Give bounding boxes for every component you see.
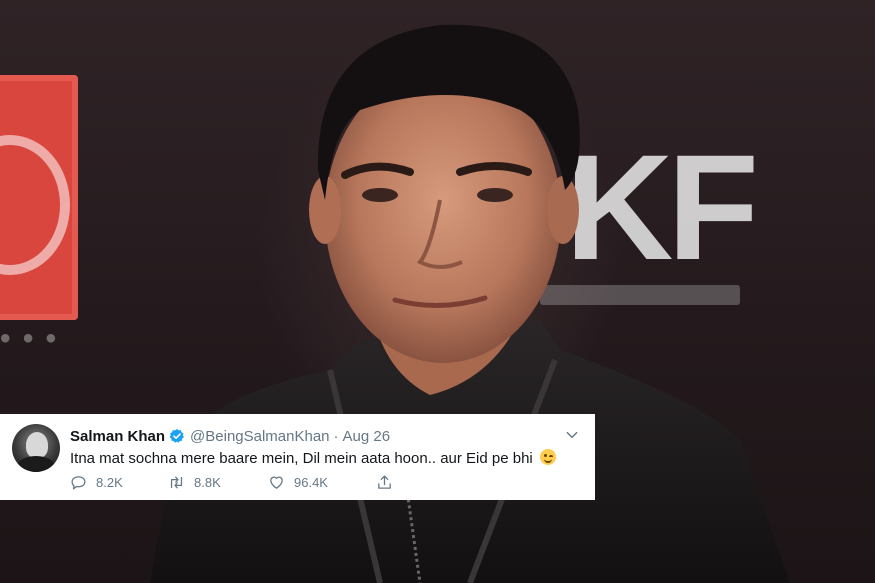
author-name[interactable]: Salman Khan	[70, 428, 165, 445]
like-count: 96.4K	[294, 475, 328, 490]
share-button[interactable]	[376, 474, 402, 491]
retweet-count: 8.8K	[194, 475, 221, 490]
avatar[interactable]	[12, 424, 60, 472]
reply-button[interactable]: 8.2K	[70, 474, 168, 491]
tweet-actions: 8.2K 8.8K 96.4K	[70, 474, 402, 491]
reply-count: 8.2K	[96, 475, 123, 490]
author-handle[interactable]: @BeingSalmanKhan	[190, 428, 329, 445]
retweet-button[interactable]: 8.8K	[168, 474, 268, 491]
tweet-text: Itna mat sochna mere baare mein, Dil mei…	[70, 449, 556, 467]
tweet-header: Salman Khan @BeingSalmanKhan · Aug 26	[70, 426, 390, 446]
tweet-text-content: Itna mat sochna mere baare mein, Dil mei…	[70, 450, 533, 467]
separator: ·	[333, 427, 339, 445]
like-button[interactable]: 96.4K	[268, 474, 376, 491]
tweet-date[interactable]: Aug 26	[343, 428, 391, 445]
chevron-down-icon[interactable]	[565, 428, 579, 442]
retweet-icon	[170, 476, 183, 489]
verified-badge-icon	[169, 429, 184, 443]
tweet-card[interactable]: Salman Khan @BeingSalmanKhan · Aug 26 It…	[0, 414, 595, 500]
heart-icon	[270, 476, 283, 489]
winking-face-icon	[539, 449, 556, 465]
reply-icon	[71, 476, 86, 490]
share-icon	[378, 475, 391, 489]
